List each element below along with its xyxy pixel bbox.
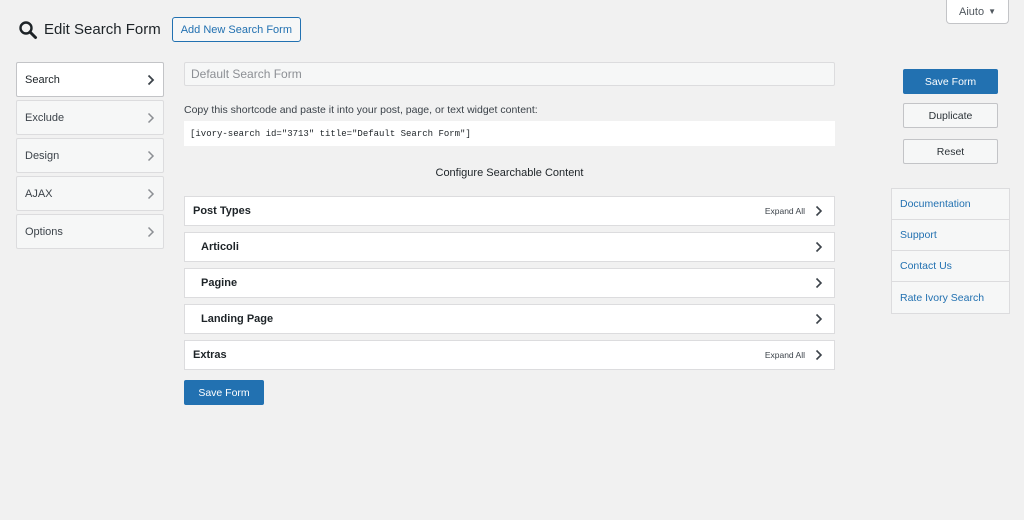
side-tab-design[interactable]: Design <box>16 138 164 173</box>
chevron-right-icon <box>147 226 155 237</box>
panel-pagine[interactable]: Pagine <box>184 268 835 298</box>
side-tab-label: Options <box>25 225 63 238</box>
panel-post-types[interactable]: Post Types Expand All <box>184 196 835 226</box>
chevron-right-icon <box>815 277 823 289</box>
expand-all-link[interactable]: Expand All <box>765 350 805 360</box>
link-contact-us[interactable]: Contact Us <box>892 251 1009 282</box>
panel-extras[interactable]: Extras Expand All <box>184 340 835 370</box>
save-form-button[interactable]: Save Form <box>903 69 998 94</box>
side-tab-label: AJAX <box>25 187 53 200</box>
panel-landing-page[interactable]: Landing Page <box>184 304 835 334</box>
panel-title: Post Types <box>193 205 251 217</box>
side-tab-label: Design <box>25 149 60 162</box>
side-tab-ajax[interactable]: AJAX <box>16 176 164 211</box>
help-label: Aiuto <box>959 5 985 18</box>
content-panels: Post Types Expand All Articoli Pagine La… <box>184 196 835 370</box>
chevron-right-icon <box>815 205 823 217</box>
link-support[interactable]: Support <box>892 220 1009 251</box>
chevron-right-icon <box>815 349 823 361</box>
panel-title: Articoli <box>201 241 239 253</box>
panel-title: Extras <box>193 349 227 361</box>
reset-button[interactable]: Reset <box>903 139 998 164</box>
chevron-right-icon <box>147 112 155 123</box>
shortcode-text[interactable]: [ivory-search id="3713" title="Default S… <box>184 121 835 146</box>
expand-all-link[interactable]: Expand All <box>765 206 805 216</box>
chevron-right-icon <box>147 188 155 199</box>
chevron-right-icon <box>815 313 823 325</box>
panel-articoli[interactable]: Articoli <box>184 232 835 262</box>
chevron-right-icon <box>147 150 155 161</box>
side-tabs: Search Exclude Design AJAX Options <box>16 62 164 252</box>
page-title: Edit Search Form <box>44 21 161 38</box>
search-icon <box>19 20 37 39</box>
link-documentation[interactable]: Documentation <box>892 189 1009 220</box>
config-heading: Configure Searchable Content <box>435 167 584 179</box>
side-tab-exclude[interactable]: Exclude <box>16 100 164 135</box>
form-title-input[interactable] <box>184 62 835 86</box>
shortcode-description: Copy this shortcode and paste it into yo… <box>184 104 538 116</box>
help-toggle-button[interactable]: Aiuto ▼ <box>946 0 1009 24</box>
search-form-editor: Copy this shortcode and paste it into yo… <box>184 62 835 405</box>
caret-down-icon: ▼ <box>988 7 996 16</box>
chevron-right-icon <box>815 241 823 253</box>
side-tab-options[interactable]: Options <box>16 214 164 249</box>
panel-title: Pagine <box>201 277 238 289</box>
page-header: Edit Search Form Add New Search Form <box>18 17 301 42</box>
duplicate-button[interactable]: Duplicate <box>903 103 998 128</box>
side-tab-label: Search <box>25 73 60 86</box>
side-tab-search[interactable]: Search <box>16 62 164 97</box>
side-tab-label: Exclude <box>25 111 65 124</box>
form-actions: Save Form Duplicate Reset <box>903 69 998 175</box>
link-rate-ivory-search[interactable]: Rate Ivory Search <box>892 282 1009 313</box>
chevron-right-icon <box>147 74 155 85</box>
panel-title: Landing Page <box>201 313 274 325</box>
save-form-button-bottom[interactable]: Save Form <box>184 380 264 405</box>
help-links: Documentation Support Contact Us Rate Iv… <box>891 188 1010 314</box>
add-new-search-form-button[interactable]: Add New Search Form <box>171 17 301 42</box>
